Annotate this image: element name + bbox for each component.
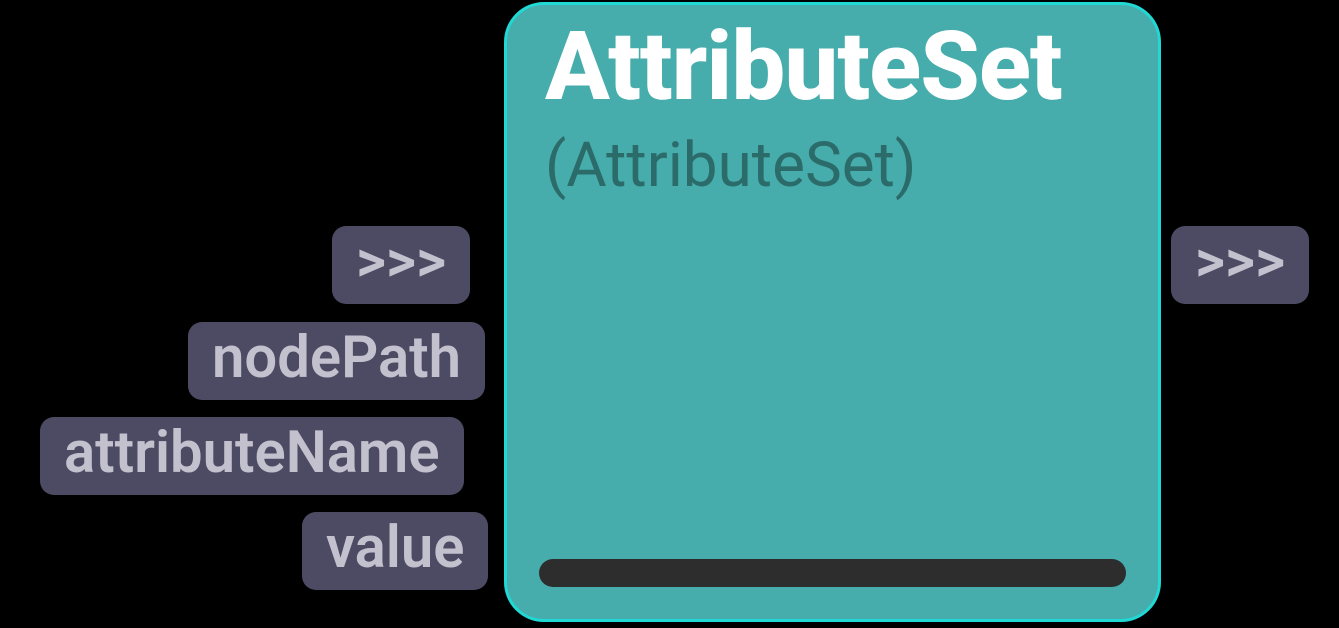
input-port-attributename[interactable]: attributeName bbox=[40, 417, 464, 495]
output-port-exec[interactable]: >>> bbox=[1171, 226, 1309, 304]
node-attribute-set[interactable]: AttributeSet (AttributeSet) bbox=[504, 2, 1161, 622]
node-status-bar bbox=[539, 559, 1126, 587]
input-port-nodepath[interactable]: nodePath bbox=[188, 322, 485, 400]
node-type-label: (AttributeSet) bbox=[545, 129, 917, 202]
node-title: AttributeSet bbox=[545, 11, 1062, 123]
input-port-exec[interactable]: >>> bbox=[332, 226, 470, 304]
input-port-value[interactable]: value bbox=[302, 512, 488, 590]
node-graph-canvas[interactable]: AttributeSet (AttributeSet) >>> nodePath… bbox=[0, 0, 1339, 628]
